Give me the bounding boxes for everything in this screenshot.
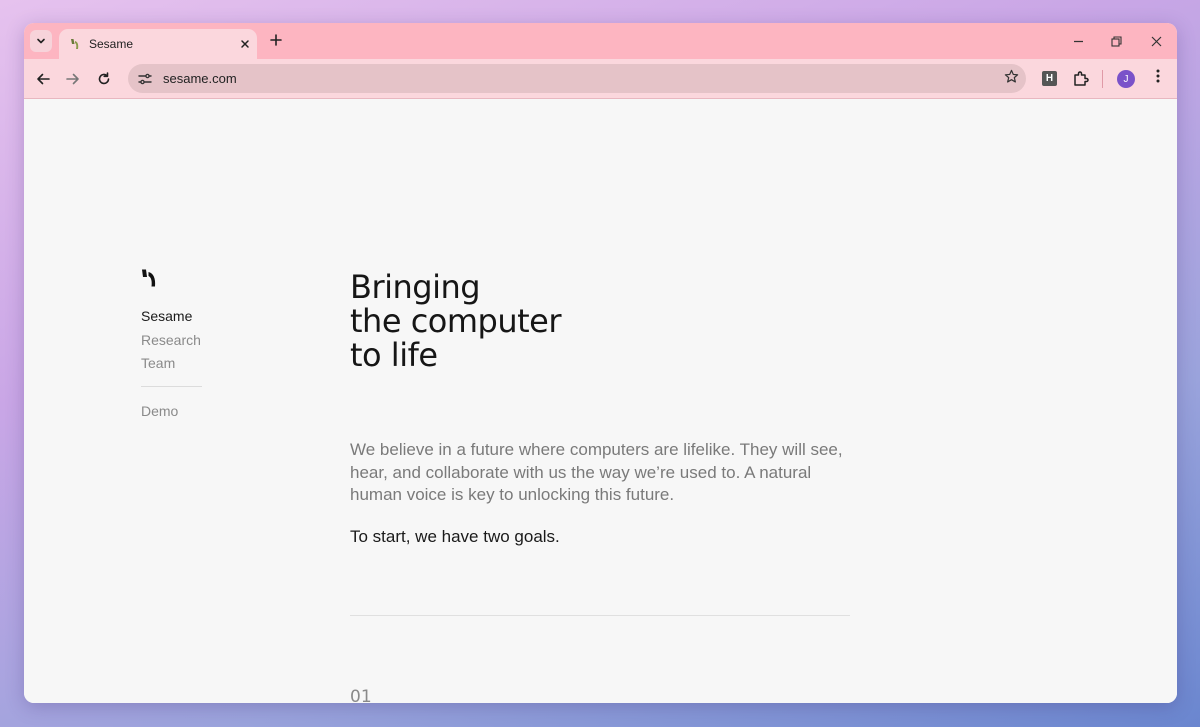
restore-icon xyxy=(1110,35,1122,47)
toolbar-separator xyxy=(1102,70,1103,88)
nav-item-demo[interactable]: Demo xyxy=(141,400,241,424)
headline-line: the computer xyxy=(350,302,562,340)
section-divider xyxy=(350,615,850,616)
bookmark-button[interactable] xyxy=(996,69,1026,88)
tab-sesame[interactable]: Sesame xyxy=(59,29,257,59)
browser-toolbar: sesame.com H J xyxy=(24,59,1177,99)
chevron-down-icon xyxy=(37,38,45,44)
intro-paragraph: We believe in a future where computers a… xyxy=(350,440,843,504)
url-text[interactable]: sesame.com xyxy=(163,71,996,86)
tab-title: Sesame xyxy=(89,37,134,51)
close-window-button[interactable] xyxy=(1137,23,1175,59)
forward-button[interactable] xyxy=(61,67,85,91)
minimize-icon xyxy=(1073,40,1083,42)
new-tab-button[interactable] xyxy=(266,31,286,51)
profile-avatar[interactable]: J xyxy=(1117,70,1135,88)
minimize-button[interactable] xyxy=(1059,23,1097,59)
reload-button[interactable] xyxy=(92,67,116,91)
section-number: 01 xyxy=(350,687,372,703)
plus-icon xyxy=(270,34,282,46)
reload-icon xyxy=(98,72,110,85)
puzzle-icon[interactable] xyxy=(1071,69,1091,89)
arrow-left-icon xyxy=(37,73,50,85)
address-bar[interactable]: sesame.com xyxy=(128,64,1026,93)
arrow-right-icon xyxy=(66,73,79,85)
nav-item-team[interactable]: Team xyxy=(141,352,241,376)
page-content: Sesame Research Team Demo Bringing the c… xyxy=(24,99,1177,703)
headline-line: Bringing xyxy=(350,268,481,306)
nav-item-research[interactable]: Research xyxy=(141,329,241,353)
close-icon xyxy=(241,39,249,48)
browser-window: Sesame sesame.com H J Sesame Research Te… xyxy=(24,23,1177,703)
kebab-menu-icon xyxy=(1156,69,1160,83)
page-headline: Bringing the computer to life xyxy=(350,270,750,372)
goals-paragraph: To start, we have two goals. xyxy=(350,527,560,546)
tab-search-button[interactable] xyxy=(30,30,52,52)
star-icon xyxy=(1004,69,1018,83)
close-icon xyxy=(1151,36,1161,46)
nav-item-sesame[interactable]: Sesame xyxy=(141,305,241,329)
restore-button[interactable] xyxy=(1097,23,1135,59)
nav-divider xyxy=(141,385,202,387)
sesame-logo-icon[interactable] xyxy=(141,269,157,287)
back-button[interactable] xyxy=(31,67,55,91)
sesame-favicon-icon xyxy=(71,39,79,49)
tune-icon[interactable] xyxy=(137,71,153,87)
headline-line: to life xyxy=(350,336,438,374)
browser-menu-button[interactable] xyxy=(1148,68,1168,90)
tab-strip: Sesame xyxy=(24,23,1177,59)
side-navigation: Sesame Research Team Demo xyxy=(141,305,241,423)
tab-close-button[interactable] xyxy=(233,37,257,52)
extension-h-button[interactable]: H xyxy=(1042,71,1057,86)
